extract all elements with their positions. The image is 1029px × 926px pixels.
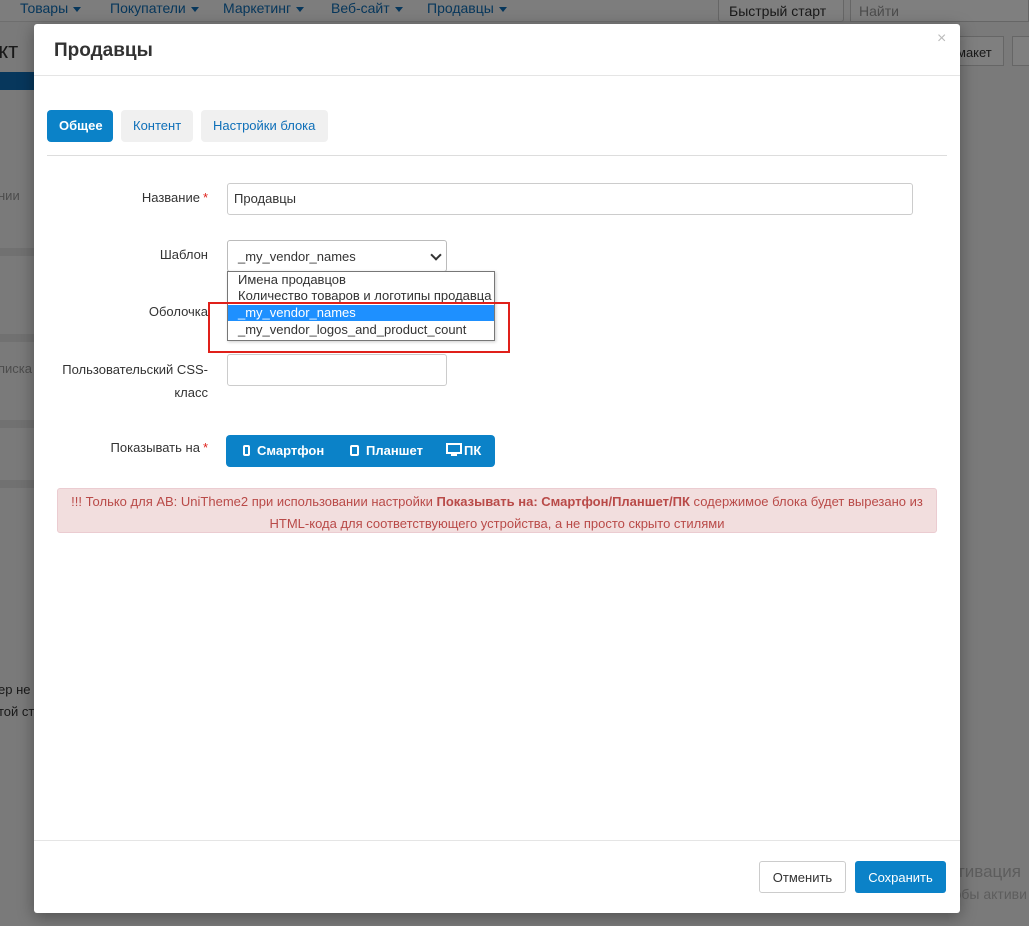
chevron-down-icon [430, 249, 442, 261]
footer-divider [34, 840, 960, 841]
smartphone-icon [243, 445, 250, 456]
device-tablet-button[interactable]: Планшет [350, 435, 423, 467]
highlight-frame [208, 302, 510, 353]
device-smartphone-button[interactable]: Смартфон [243, 435, 324, 467]
tabs-divider [47, 155, 947, 156]
tab-content[interactable]: Контент [121, 110, 193, 142]
monitor-icon [446, 443, 462, 456]
name-field[interactable]: Продавцы [227, 183, 913, 215]
save-button[interactable]: Сохранить [855, 861, 946, 893]
tablet-icon [350, 445, 359, 456]
wrapper-label: Оболочка [148, 304, 208, 319]
tab-block-settings[interactable]: Настройки блока [201, 110, 328, 142]
name-label: Название * [141, 190, 208, 205]
css-class-input[interactable] [227, 354, 447, 386]
tab-general[interactable]: Общее [47, 110, 113, 142]
show-on-label: Показывать на * [110, 440, 208, 455]
vendors-block-dialog: Продавцы × Общее Контент Настройки блока… [34, 24, 960, 913]
template-label: Шаблон [159, 247, 208, 262]
template-select[interactable]: _my_vendor_names [227, 240, 447, 272]
device-pc-button[interactable]: ПК [446, 435, 481, 467]
responsive-warning-alert: !!! Только для АВ: UniTheme2 при использ… [57, 488, 937, 533]
close-icon[interactable]: × [937, 30, 946, 48]
device-toggle-group: Смартфон Планшет ПК [226, 435, 495, 467]
css-class-label: Пользовательский CSS- класс [62, 362, 208, 400]
modal-title: Продавцы [54, 40, 153, 61]
cancel-button[interactable]: Отменить [759, 861, 846, 893]
modal-header: Продавцы × [34, 24, 960, 76]
template-option[interactable]: Имена продавцов [228, 272, 494, 288]
